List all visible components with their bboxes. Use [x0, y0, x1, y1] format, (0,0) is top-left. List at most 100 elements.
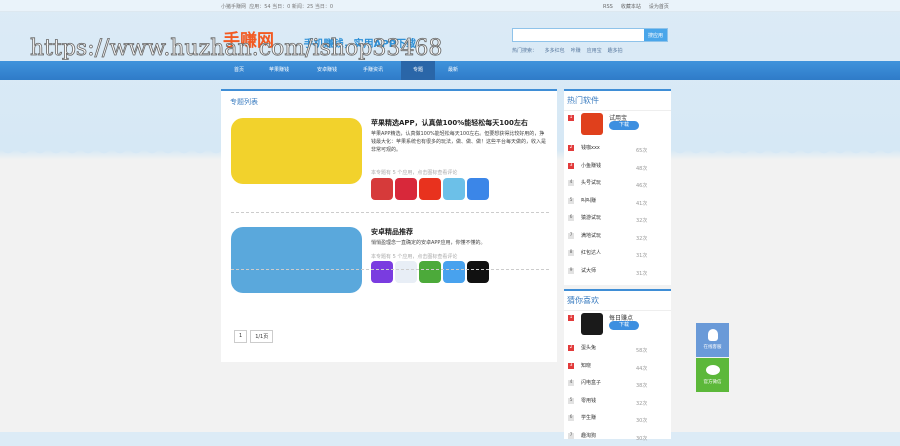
app-icon[interactable] [395, 178, 417, 200]
app-icon[interactable] [395, 261, 417, 283]
app-icon[interactable] [443, 261, 465, 283]
rank-badge: 8 [568, 250, 574, 256]
nav-android[interactable]: 安卓赚钱 [310, 61, 344, 80]
page-info: 1/1页 [250, 330, 273, 343]
site-stats: 小猪手赚网 应用：54 当日：0 新闻：25 当日：0 [221, 3, 333, 10]
topic-title[interactable]: 苹果精选APP，认真做100%能轻松每天100左右 [371, 118, 528, 128]
rank-item[interactable]: 4头号试玩46次 [564, 176, 671, 194]
rank-item[interactable]: 9试大师31次 [564, 264, 671, 282]
qq-service-button[interactable]: 在线客服 [696, 323, 729, 357]
app-icon[interactable] [581, 113, 603, 135]
download-count: 31次 [636, 252, 647, 259]
nav-home[interactable]: 首页 [222, 61, 256, 80]
app-name[interactable]: 试大师 [581, 267, 596, 274]
panel-title: 猜你喜欢 [564, 291, 671, 311]
rank-item[interactable]: 7趣淘狗30次 [564, 429, 671, 446]
top-bar: 小猪手赚网 应用：54 当日：0 新闻：25 当日：0 RSS 收藏本站 设为首页 [0, 0, 900, 12]
app-name[interactable]: 学生赚 [581, 414, 596, 421]
app-name[interactable]: 趣淘狗 [581, 432, 596, 439]
panel-title: 热门软件 [564, 91, 671, 111]
app-name[interactable]: 红包达人 [581, 249, 601, 256]
app-name[interactable]: 闪电盒子 [581, 379, 601, 386]
topic-list: 专题列表 苹果精选APP，认真做100%能轻松每天100左右 苹果APP精选，认… [221, 89, 557, 362]
bookmark-link[interactable]: 收藏本站 [621, 4, 641, 10]
rank-badge: 1 [568, 315, 574, 321]
app-name[interactable]: 钱咖xxx [581, 144, 600, 151]
topic-thumbnail[interactable] [231, 118, 362, 184]
rank-badge: 9 [568, 268, 574, 274]
watermark: https://www.huzhan.com/ishop33468 [30, 36, 442, 61]
rank-item[interactable]: 5零用钱32次 [564, 394, 671, 412]
app-name[interactable]: 蛋头兔 [581, 344, 596, 351]
rank-badge: 7 [568, 233, 574, 239]
nav-apple[interactable]: 苹果赚钱 [262, 61, 296, 80]
app-name[interactable]: 叫叫赚 [581, 197, 596, 204]
download-count: 65次 [636, 147, 647, 154]
app-name[interactable]: 零用钱 [581, 397, 596, 404]
rank-badge: 2 [568, 145, 574, 151]
app-icons [371, 261, 489, 283]
app-name[interactable]: 知晓 [581, 362, 591, 369]
app-icon[interactable] [581, 313, 603, 335]
topic-title[interactable]: 安卓精品推荐 [371, 227, 413, 237]
stats-text: 应用：54 当日：0 新闻：25 当日：0 [249, 4, 333, 10]
hot-term[interactable]: 趣多拍 [608, 48, 623, 54]
rss-link[interactable]: RSS [603, 4, 613, 10]
search-box: 搜应用 [512, 28, 668, 42]
rank-badge: 3 [568, 363, 574, 369]
rank-item[interactable]: 6猿游试玩32次 [564, 211, 671, 229]
nav-latest[interactable]: 最新 [436, 61, 470, 80]
search-button[interactable]: 搜应用 [644, 29, 667, 41]
hot-search-label: 热门搜索： [512, 48, 537, 54]
download-button[interactable]: 下载 [609, 121, 639, 130]
app-icons [371, 178, 489, 200]
search-input[interactable] [513, 29, 643, 41]
hot-term[interactable]: 多多红包 [545, 48, 565, 54]
hot-term[interactable]: 咔赚 [571, 48, 581, 54]
nav-topics[interactable]: 专题 [401, 61, 435, 80]
app-name[interactable]: 满地试玩 [581, 232, 601, 239]
download-count: 32次 [636, 217, 647, 224]
app-name[interactable]: 小鱼赚钱 [581, 162, 601, 169]
rank-item[interactable]: 2 钱咖xxx 65次 [564, 141, 671, 159]
rank-item[interactable]: 5叫叫赚41次 [564, 194, 671, 212]
rank-badge: 5 [568, 198, 574, 204]
download-button[interactable]: 下载 [609, 321, 639, 330]
rank-item-top: 1 试用宝 下载 [564, 111, 671, 141]
rank-badge: 7 [568, 433, 574, 439]
section-title: 专题列表 [221, 91, 557, 107]
topic-thumbnail[interactable] [231, 227, 362, 293]
app-icon[interactable] [419, 261, 441, 283]
rank-item[interactable]: 8 红包达人 31次 [564, 246, 671, 264]
rank-badge: 2 [568, 345, 574, 351]
topic-desc: 苹果APP精选，认真做100%能轻松每天100左右。但要想获得比较好用的，挣钱最… [371, 130, 549, 154]
divider [231, 212, 549, 213]
homepage-link[interactable]: 设为首页 [649, 4, 669, 10]
nav-news[interactable]: 手赚资讯 [356, 61, 390, 80]
page-1-button[interactable]: 1 [234, 330, 247, 343]
rank-item[interactable]: 2蛋头兔58次 [564, 341, 671, 359]
app-icon[interactable] [419, 178, 441, 200]
download-count: 48次 [636, 165, 647, 172]
app-icon[interactable] [371, 178, 393, 200]
rank-item[interactable]: 7满地试玩32次 [564, 229, 671, 247]
app-icon[interactable] [467, 178, 489, 200]
app-icon[interactable] [443, 178, 465, 200]
rank-item[interactable]: 3 小鱼赚钱 48次 [564, 159, 671, 177]
download-count: 30次 [636, 417, 647, 424]
hot-term[interactable]: 应用宝 [587, 48, 602, 54]
rank-item-top: 1 每日赚点 下载 [564, 311, 671, 341]
rank-item[interactable]: 3知晓44次 [564, 359, 671, 377]
app-icon[interactable] [371, 261, 393, 283]
app-icon[interactable] [467, 261, 489, 283]
hot-software-panel: 热门软件 1 试用宝 下载 2 钱咖xxx 65次 3 小鱼赚钱 48次 4头号试玩46次 5… [564, 89, 671, 285]
wechat-button[interactable]: 官方微信 [696, 358, 729, 392]
rank-item[interactable]: 6学生赚30次 [564, 411, 671, 429]
rank-item[interactable]: 4闪电盒子38次 [564, 376, 671, 394]
app-name[interactable]: 猿游试玩 [581, 214, 601, 221]
rank-badge: 3 [568, 163, 574, 169]
hot-search: 热门搜索： 多多红包咔赚应用宝趣多拍 [512, 47, 629, 54]
main-nav: 首页 苹果赚钱 安卓赚钱 手赚资讯 专题 最新 [0, 61, 900, 80]
download-count: 32次 [636, 400, 647, 407]
app-name[interactable]: 头号试玩 [581, 179, 601, 186]
